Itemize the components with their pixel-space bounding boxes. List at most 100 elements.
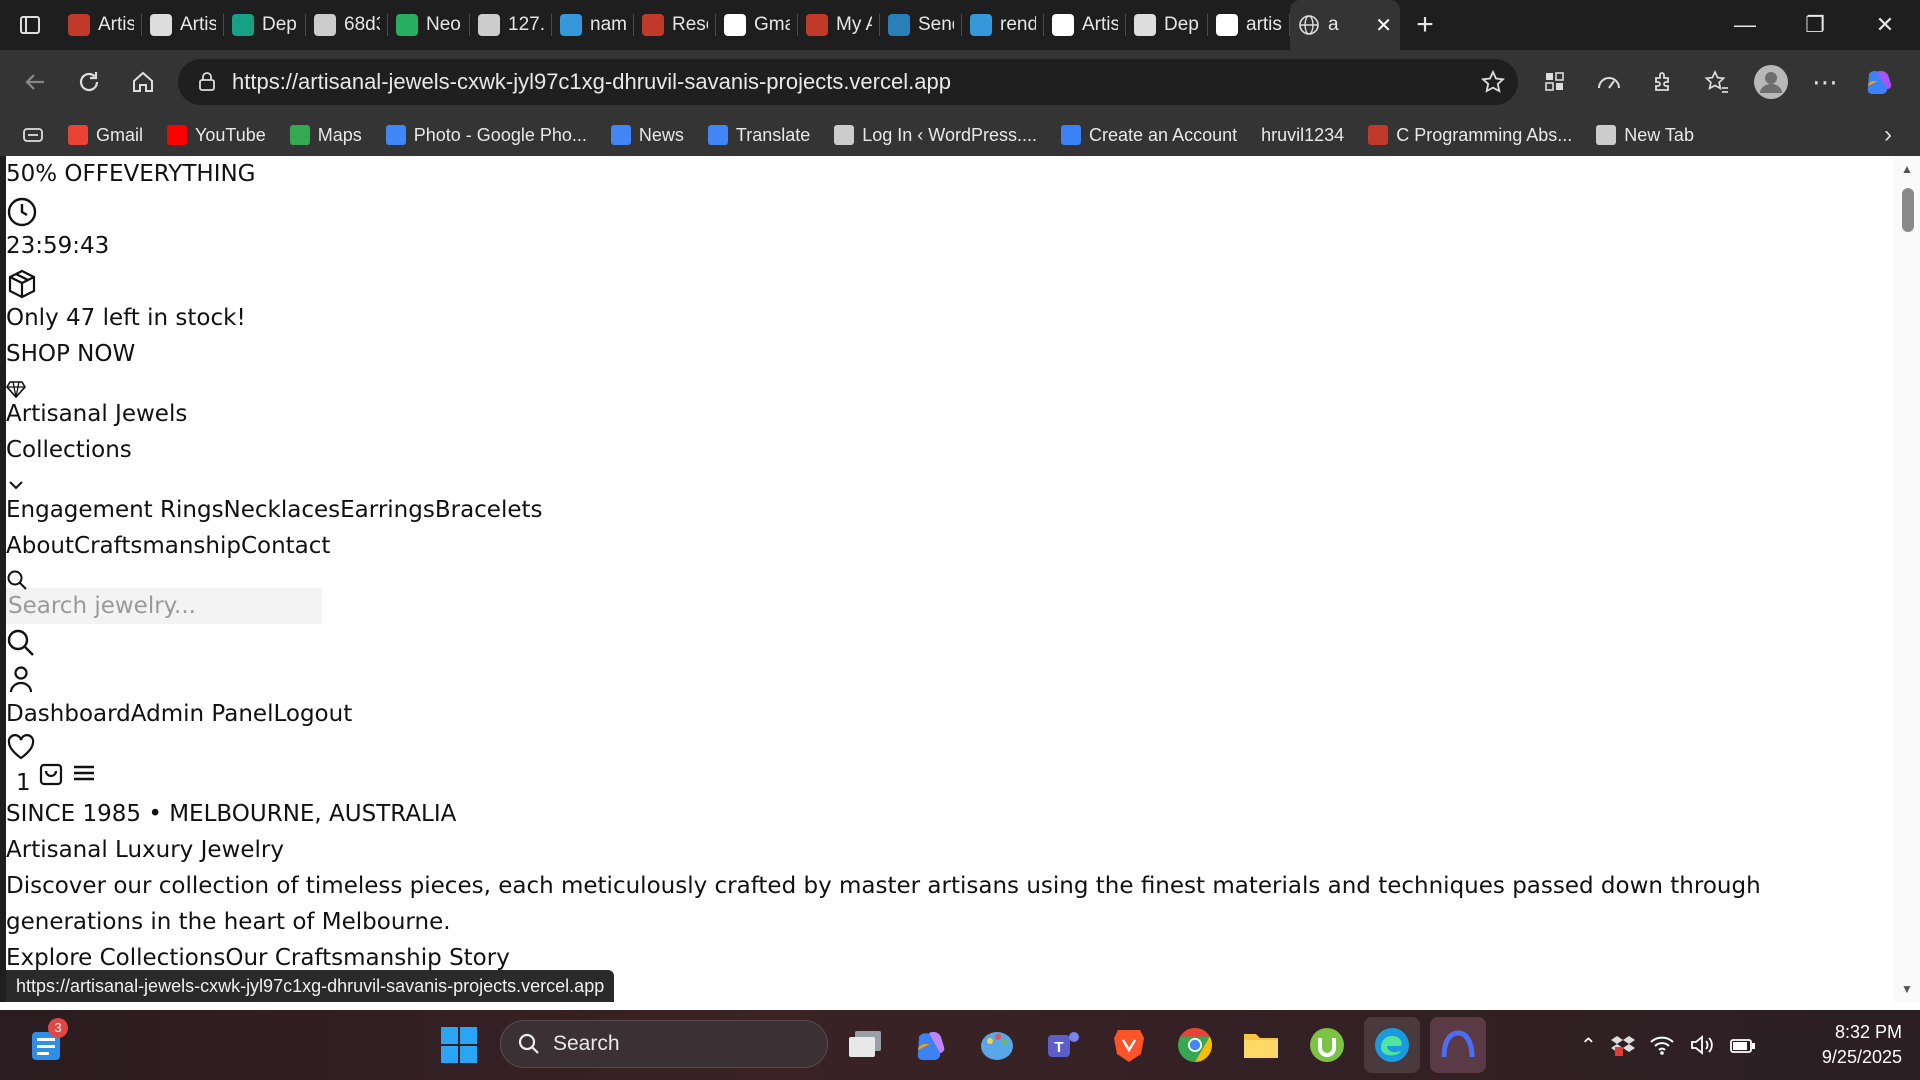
- url-text[interactable]: https://artisanal-jewels-cxwk-jyl97c1xg-…: [232, 69, 1480, 95]
- reload-button[interactable]: [62, 55, 116, 109]
- widgets-button[interactable]: 3: [28, 1018, 68, 1064]
- chrome-app-icon[interactable]: [1174, 1024, 1216, 1066]
- logout-link[interactable]: Logout: [273, 701, 352, 727]
- back-button[interactable]: [8, 55, 62, 109]
- tab-7[interactable]: Reset: [634, 0, 716, 50]
- edge-app-icon[interactable]: [1364, 1017, 1420, 1073]
- dropbox-icon[interactable]: [1610, 1033, 1635, 1057]
- volume-icon[interactable]: [1689, 1034, 1715, 1056]
- nav-link-craftsmanship[interactable]: Craftsmanship: [74, 533, 241, 559]
- bookmark-4[interactable]: News: [601, 117, 694, 153]
- favorites-icon[interactable]: [1694, 59, 1740, 105]
- tab-6[interactable]: name: [552, 0, 634, 50]
- tab-10[interactable]: Send(: [880, 0, 962, 50]
- scroll-down-icon[interactable]: ▼: [1901, 982, 1913, 996]
- bookmark-9[interactable]: C Programming Abs...: [1358, 117, 1582, 153]
- globe-icon: [478, 14, 500, 36]
- brand-logo-link[interactable]: Artisanal Jewels: [6, 396, 1920, 432]
- battery-icon[interactable]: [1729, 1034, 1757, 1056]
- more-options-icon[interactable]: ⋯: [1802, 59, 1848, 105]
- address-bar[interactable]: https://artisanal-jewels-cxwk-jyl97c1xg-…: [178, 59, 1518, 105]
- menu-icon[interactable]: [71, 760, 97, 797]
- new-tab-button[interactable]: +: [1400, 0, 1450, 50]
- scroll-up-icon[interactable]: ▲: [1901, 162, 1913, 176]
- tab-14[interactable]: artisa: [1208, 0, 1290, 50]
- bookmark-10[interactable]: New Tab: [1586, 117, 1704, 153]
- collections-menu-button[interactable]: Collections: [6, 432, 1920, 468]
- wifi-icon[interactable]: [1649, 1034, 1675, 1056]
- tab-11[interactable]: rende: [962, 0, 1044, 50]
- shop-now-button[interactable]: SHOP NOW: [6, 336, 1920, 372]
- explore-collections-link[interactable]: Explore Collections: [6, 945, 225, 971]
- profile-avatar-icon[interactable]: [1748, 59, 1794, 105]
- file-explorer-icon[interactable]: [1240, 1024, 1282, 1066]
- bookmark-1[interactable]: YouTube: [157, 117, 276, 153]
- brave-app-icon[interactable]: [1108, 1024, 1150, 1066]
- collection-link-engagement-rings[interactable]: Engagement Rings: [6, 497, 224, 523]
- bookmark-3[interactable]: Photo - Google Pho...: [376, 117, 597, 153]
- nav-link-about[interactable]: About: [6, 533, 74, 559]
- chevron-down-icon[interactable]: [6, 468, 1920, 492]
- arc-app-icon[interactable]: [1430, 1017, 1486, 1073]
- page-scrollbar[interactable]: ▲ ▼: [1894, 156, 1920, 1002]
- star-icon[interactable]: [1480, 69, 1506, 95]
- copilot-icon[interactable]: [1856, 59, 1902, 105]
- site-info-icon[interactable]: [196, 71, 218, 93]
- performance-icon[interactable]: [1586, 59, 1632, 105]
- window-controls: — ❐ ✕: [1710, 0, 1920, 50]
- user-account-icon[interactable]: [6, 660, 1920, 696]
- tab-3[interactable]: 68d3c: [306, 0, 388, 50]
- tab-9[interactable]: My A: [798, 0, 880, 50]
- bookmark-6[interactable]: Log In ‹ WordPress....: [824, 117, 1047, 153]
- teams-app-icon[interactable]: T: [1042, 1024, 1084, 1066]
- bookmark-0[interactable]: Gmail: [58, 117, 153, 153]
- close-tab-icon[interactable]: ✕: [1375, 13, 1392, 38]
- tab-0[interactable]: Artisa: [60, 0, 142, 50]
- tab-actions-button[interactable]: [0, 0, 60, 50]
- search-input[interactable]: [6, 588, 322, 624]
- bookmark-7[interactable]: Create an Account: [1051, 117, 1247, 153]
- clock-time: 8:32 PM: [1834, 1022, 1902, 1042]
- utorrent-app-icon[interactable]: [1306, 1024, 1348, 1066]
- copilot-app-icon[interactable]: [910, 1024, 952, 1066]
- tab-5[interactable]: 127.0.: [470, 0, 552, 50]
- tab-1[interactable]: Artisa: [142, 0, 224, 50]
- start-button[interactable]: [440, 1026, 480, 1066]
- taskbar-clock[interactable]: 8:32 PM 9/25/2025: [1822, 1020, 1902, 1070]
- extensions-icon[interactable]: [1640, 59, 1686, 105]
- chevron-right-icon[interactable]: ›: [1868, 121, 1908, 149]
- tab-8[interactable]: Gmail: [716, 0, 798, 50]
- paint-app-icon[interactable]: [976, 1024, 1018, 1066]
- collection-link-necklaces[interactable]: Necklaces: [224, 497, 341, 523]
- tab-4[interactable]: Neon: [388, 0, 470, 50]
- admin-panel-link[interactable]: Admin Panel: [131, 701, 274, 727]
- app-grid-icon[interactable]: [1532, 59, 1578, 105]
- task-view-icon[interactable]: [844, 1024, 886, 1066]
- search-button-icon[interactable]: [6, 624, 1920, 660]
- taskbar-search-box[interactable]: Search: [500, 1020, 828, 1068]
- dashboard-link[interactable]: Dashboard: [6, 701, 131, 727]
- home-button[interactable]: [116, 55, 170, 109]
- bookmark-label: Gmail: [96, 124, 144, 145]
- maps-icon: [289, 125, 310, 145]
- bookmark-2[interactable]: Maps: [280, 117, 372, 153]
- bookmark-5[interactable]: Translate: [698, 117, 820, 153]
- show-hidden-icons-chevron-icon[interactable]: ⌃: [1580, 1033, 1597, 1058]
- tab-13[interactable]: Deplc: [1126, 0, 1208, 50]
- restore-button[interactable]: ❐: [1780, 0, 1850, 50]
- bookmarks-toggle-button[interactable]: [12, 117, 54, 153]
- collection-link-earrings[interactable]: Earrings: [340, 497, 435, 523]
- shopping-bag-icon[interactable]: [37, 759, 65, 798]
- tab-2[interactable]: Deplc: [224, 0, 306, 50]
- tab-active[interactable]: a ✕: [1290, 0, 1400, 50]
- nav-link-contact[interactable]: Contact: [241, 533, 330, 559]
- heart-icon[interactable]: [6, 732, 1920, 760]
- collection-link-bracelets[interactable]: Bracelets: [435, 497, 543, 523]
- tab-12[interactable]: Artisa: [1044, 0, 1126, 50]
- bookmark-8[interactable]: hruvil1234: [1251, 117, 1354, 153]
- close-window-button[interactable]: ✕: [1850, 0, 1920, 50]
- minimize-button[interactable]: —: [1710, 0, 1780, 50]
- bookmark-label: hruvil1234: [1261, 124, 1345, 145]
- craftsmanship-story-link[interactable]: Our Craftsmanship Story: [225, 945, 509, 971]
- scrollbar-thumb[interactable]: [1902, 188, 1914, 232]
